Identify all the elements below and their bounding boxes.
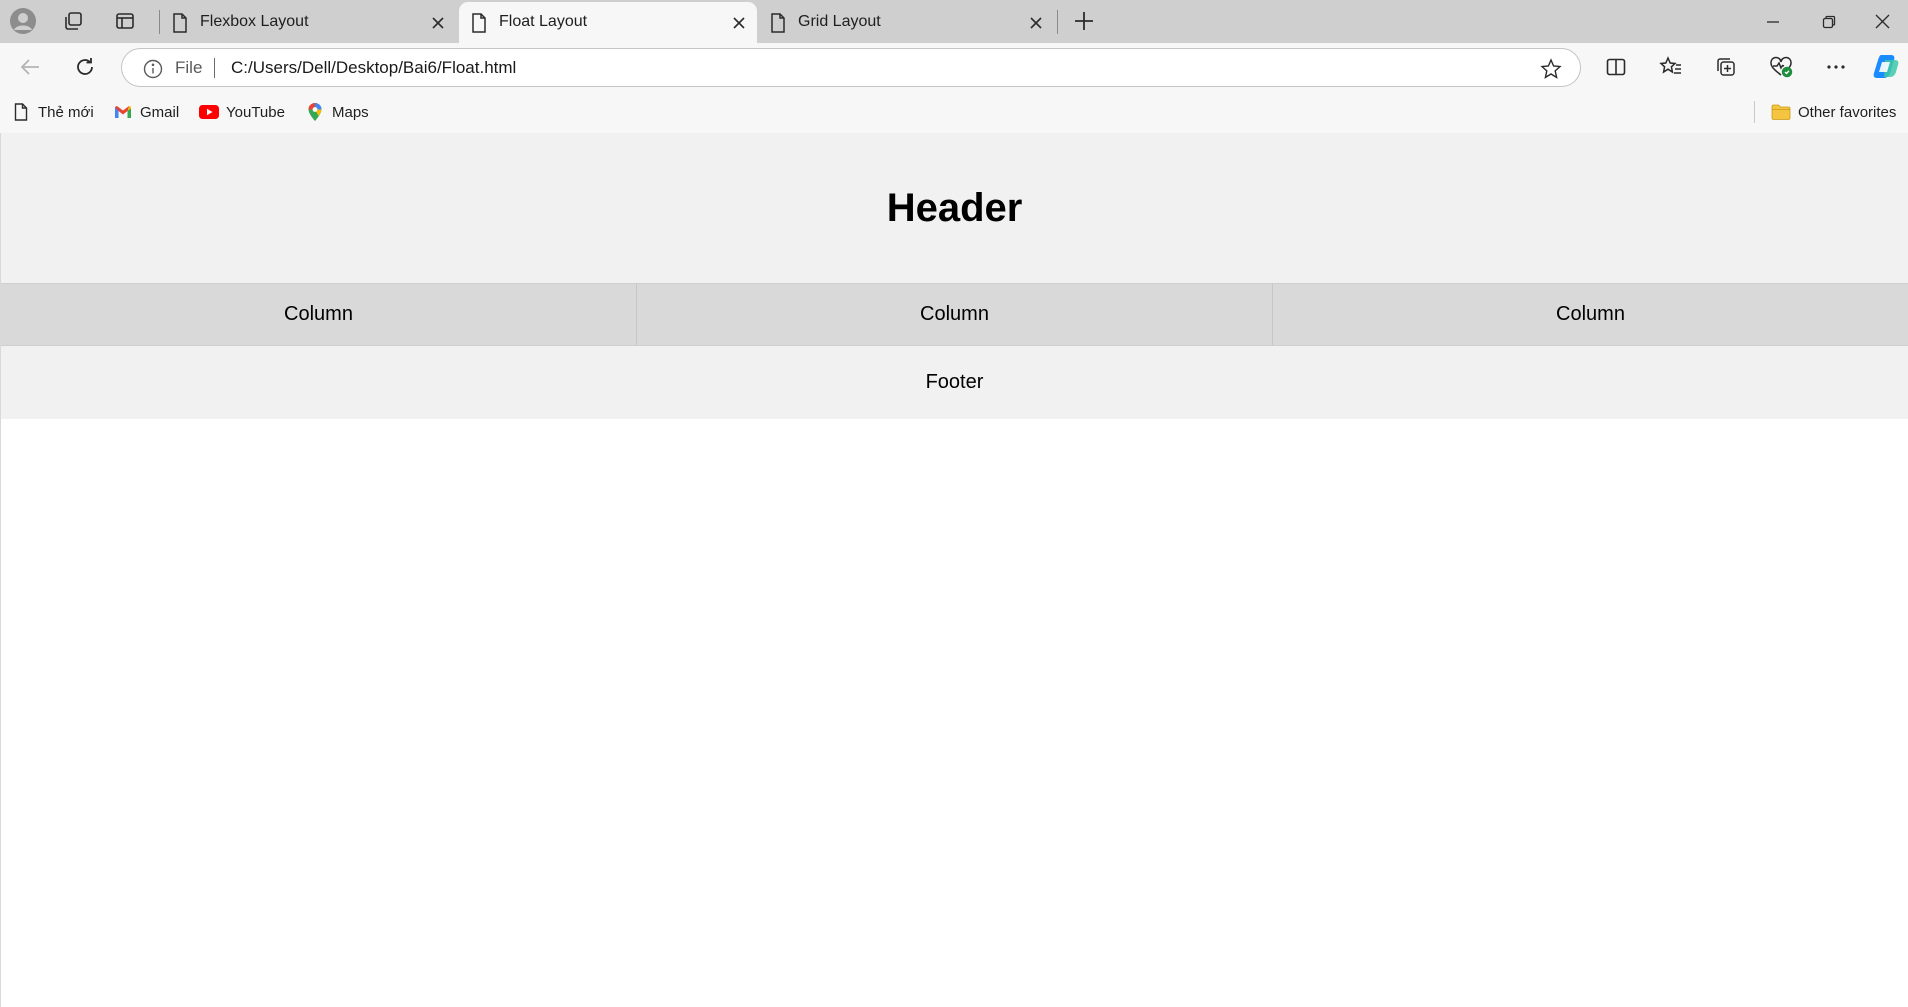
favorite-label: Maps [332,103,369,121]
tab-title: Float Layout [499,13,588,30]
heart-pulse-icon [1770,56,1793,78]
page-icon [173,13,187,33]
restore-button[interactable] [1801,0,1857,43]
close-icon [1875,14,1890,29]
refresh-icon [77,58,93,75]
workspaces-icon [65,12,82,30]
tab-title: Grid Layout [798,13,881,30]
tab-float-layout[interactable]: Float Layout [459,2,757,43]
favorite-label: YouTube [226,103,285,121]
favorites-button[interactable] [1653,50,1689,84]
column-row: Column Column Column [1,284,1908,346]
collections-icon [1717,58,1735,76]
split-screen-icon [1606,58,1626,76]
page-icon [11,102,31,122]
back-arrow-icon [20,59,39,75]
restore-icon [1822,15,1836,28]
vertical-tabs-icon [116,13,134,29]
new-tab-button[interactable] [1067,6,1101,36]
close-icon[interactable] [430,15,446,31]
page-icon [771,13,785,33]
minimize-icon [1767,20,1779,23]
other-favorites-label: Other favorites [1798,103,1897,121]
navigation-toolbar: File C:/Users/Dell/Desktop/Bai6/Float.ht… [0,43,1908,91]
favorite-label: Gmail [140,103,180,121]
page-icon [472,13,486,33]
browser-essentials-button[interactable] [1763,50,1799,84]
address-divider [214,58,215,78]
profile-button[interactable] [6,6,40,36]
page-header: Header [1,133,1908,284]
tab-actions-button[interactable] [108,6,142,36]
tab-grid-layout[interactable]: Grid Layout [758,2,1054,43]
column-3: Column [1556,303,1625,325]
tab-flexbox-layout[interactable]: Flexbox Layout [160,2,456,43]
plus-icon [1075,12,1093,30]
refresh-button[interactable] [67,50,103,84]
favorite-label: Thẻ mới [38,103,94,121]
copilot-icon [1873,55,1899,78]
favorite-new-tab[interactable]: Thẻ mới [11,101,94,123]
column-1: Column [1,284,637,345]
tab-title: Flexbox Layout [200,13,309,30]
other-favorites-button[interactable]: Other favorites [1771,101,1896,123]
favorites-list-icon [1659,56,1681,74]
address-bar[interactable]: File C:/Users/Dell/Desktop/Bai6/Float.ht… [121,48,1581,87]
tab-strip: Flexbox Layout Float Layout Grid Layout [0,0,1908,43]
gmail-icon [113,102,133,122]
back-button[interactable] [12,50,48,84]
favorite-maps[interactable]: Maps [305,101,369,123]
folder-icon [1771,102,1791,122]
youtube-icon [199,102,219,122]
more-icon [1827,65,1845,69]
close-window-button[interactable] [1857,0,1908,43]
url-text[interactable]: C:/Users/Dell/Desktop/Bai6/Float.html [231,58,516,78]
favorites-bar: Thẻ mới Gmail YouTube Maps Other favorit… [0,91,1908,133]
minimize-button[interactable] [1745,0,1801,43]
copilot-button[interactable] [1869,50,1905,84]
collections-button[interactable] [1708,50,1744,84]
star-icon[interactable] [1540,58,1562,80]
tab-divider [1057,10,1058,34]
settings-more-button[interactable] [1818,50,1854,84]
close-icon[interactable] [1028,15,1044,31]
favorite-gmail[interactable]: Gmail [113,101,179,123]
favorite-youtube[interactable]: YouTube [199,101,285,123]
page-viewport: Header Column Column Column Footer [0,133,1908,1007]
column-2: Column [637,284,1273,345]
info-icon[interactable] [143,59,163,79]
page-header-title: Header [886,185,1023,230]
favorites-divider [1754,101,1755,123]
close-icon[interactable] [731,15,747,31]
url-scheme-label: File [175,58,203,77]
profile-icon [10,8,36,34]
page-footer: Footer [1,346,1908,419]
maps-icon [305,102,325,122]
workspaces-button[interactable] [56,6,90,36]
split-screen-button[interactable] [1598,50,1634,84]
